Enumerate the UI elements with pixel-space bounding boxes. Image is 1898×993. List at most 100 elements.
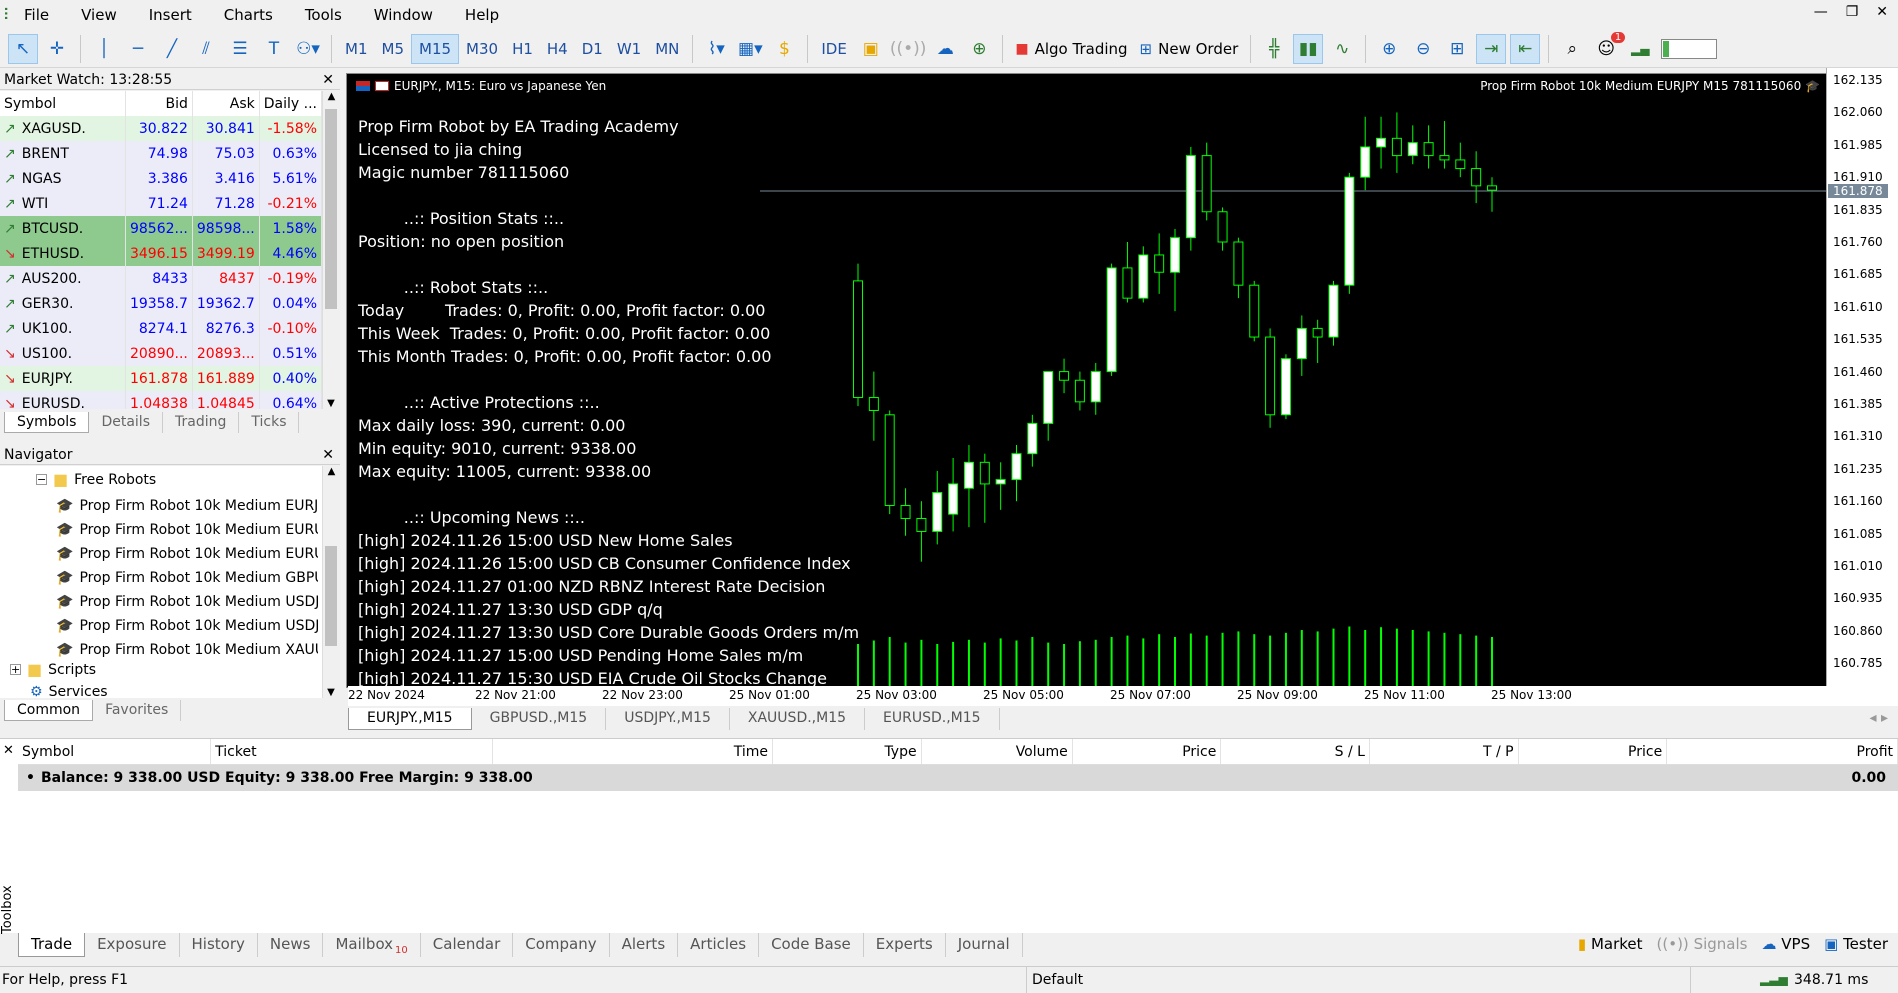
trade-col-header[interactable]: Time <box>493 739 773 764</box>
candle[interactable] <box>1328 280 1339 346</box>
zoom-out-icon[interactable]: ⊖ <box>1408 34 1438 64</box>
ide-button[interactable]: IDE <box>814 34 853 64</box>
horizontal-line-icon[interactable]: ─ <box>123 34 153 64</box>
trade-col-header[interactable]: S / L <box>1221 739 1370 764</box>
market-watch-row[interactable]: ↘ US100. 20890... 20893... 0.51% <box>0 341 322 366</box>
tab-details[interactable]: Details <box>89 412 163 433</box>
tab-trading[interactable]: Trading <box>163 412 240 433</box>
market-watch-scrollbar[interactable]: ▲ ▼ <box>322 91 340 409</box>
toolbox-tab[interactable]: History <box>180 933 258 957</box>
channel-icon[interactable]: ⫽ <box>191 34 221 64</box>
trade-col-header[interactable]: Ticket <box>211 739 494 764</box>
trade-col-header[interactable]: Symbol <box>18 739 212 764</box>
market-watch-row[interactable]: ↗ AUS200. 8433 8437 -0.19% <box>0 266 322 291</box>
market-watch-row[interactable]: ↗ XAGUSD. 30.822 30.841 -1.58% <box>0 116 322 141</box>
trade-col-header[interactable]: Profit <box>1667 739 1898 764</box>
toolbox-tab[interactable]: Articles <box>678 933 760 957</box>
tab-favorites[interactable]: Favorites <box>93 700 182 721</box>
toolbox-tab[interactable]: Trade <box>18 933 86 957</box>
candle[interactable] <box>1455 142 1466 178</box>
market-watch-row[interactable]: ↗ WTI 71.24 71.28 -0.21% <box>0 191 322 216</box>
candle[interactable] <box>1471 151 1482 204</box>
candle[interactable] <box>948 458 959 532</box>
navigator-robot-item[interactable]: 🎓 Prop Firm Robot 10k Medium EURU <box>56 542 318 566</box>
minimize-icon[interactable]: — <box>1814 4 1828 20</box>
candle[interactable] <box>1106 263 1117 376</box>
timeframe-d1[interactable]: D1 <box>575 34 610 64</box>
expand-minus-icon[interactable]: − <box>36 474 47 485</box>
chart-tab[interactable]: USDJPY.,M15 <box>606 708 730 730</box>
signals-button[interactable]: ((•)) Signals <box>1657 935 1748 953</box>
toolbox-tab[interactable]: News <box>258 933 324 957</box>
col-bid[interactable]: Bid <box>125 91 193 116</box>
market-watch-row[interactable]: ↘ EURUSD. 1.04838 1.04845 0.64% <box>0 391 322 409</box>
crosshair-tool-icon[interactable]: ✛ <box>42 34 72 64</box>
timeframe-mn[interactable]: MN <box>648 34 686 64</box>
timeframe-h4[interactable]: H4 <box>540 34 575 64</box>
candle[interactable] <box>884 410 895 515</box>
trendline-icon[interactable]: ╱ <box>157 34 187 64</box>
nav-folder-free-robots[interactable]: − ■ Free Robots <box>36 470 156 489</box>
nav-folder-scripts[interactable]: + ■ Scripts <box>10 660 96 679</box>
navigator-robot-item[interactable]: 🎓 Prop Firm Robot 10k Medium EURU <box>56 518 318 542</box>
chart-tabs-scroll-icon[interactable]: ◂ ▸ <box>1859 708 1898 730</box>
fibonacci-icon[interactable]: ☰ <box>225 34 255 64</box>
toolbox-tab[interactable]: Calendar <box>421 933 514 957</box>
candle[interactable] <box>1027 414 1038 467</box>
globe-plus-icon[interactable]: ⊕ <box>964 34 994 64</box>
candle[interactable] <box>1344 172 1355 294</box>
candlestick-chart-icon[interactable]: ▮▮ <box>1293 33 1324 64</box>
signal-radio-icon[interactable]: ((•)) <box>890 34 927 64</box>
menu-view[interactable]: View <box>65 6 133 24</box>
toolbox-tab[interactable]: Company <box>513 933 610 957</box>
market-watch-row[interactable]: ↗ BTCUSD. 98562... 98598... 1.58% <box>0 216 322 241</box>
candle[interactable] <box>1043 371 1054 441</box>
candle[interactable] <box>916 501 927 562</box>
candle[interactable] <box>1487 177 1497 212</box>
account-icon[interactable]: ☺ 1 <box>1591 31 1626 64</box>
toolbox-close-icon[interactable]: ✕ <box>3 743 14 758</box>
col-symbol[interactable]: Symbol <box>0 91 126 116</box>
toolbox-tab[interactable]: Experts <box>864 933 946 957</box>
market-watch-row[interactable]: ↗ GER30. 19358.7 19362.7 0.04% <box>0 291 322 316</box>
status-profile[interactable]: Default <box>1032 972 1083 988</box>
candle[interactable] <box>1011 445 1022 502</box>
trade-col-header[interactable]: Volume <box>922 739 1073 764</box>
candle[interactable] <box>1280 354 1291 420</box>
templates-icon[interactable]: ▦▾ <box>735 34 765 64</box>
navigator-robot-item[interactable]: 🎓 Prop Firm Robot 10k Medium XAUU <box>56 638 318 662</box>
market-button[interactable]: ▮ Market <box>1578 935 1643 953</box>
close-icon[interactable]: ✕ <box>1876 4 1888 20</box>
candle[interactable] <box>979 453 990 523</box>
menu-file[interactable]: File <box>8 6 65 24</box>
tile-windows-icon[interactable]: ⊞ <box>1442 34 1472 64</box>
chart-tab[interactable]: XAUUSD.,M15 <box>730 708 866 730</box>
candle[interactable] <box>1201 142 1212 221</box>
cloud-icon[interactable]: ☁ <box>930 34 960 64</box>
search-icon[interactable]: ⌕ <box>1557 34 1587 64</box>
chart-area[interactable]: EURJPY., M15: Euro vs Japanese Yen Prop … <box>348 75 1826 686</box>
candle[interactable] <box>963 445 974 528</box>
wallet-icon[interactable]: ▣ <box>856 34 886 64</box>
cursor-tool-icon[interactable]: ↖ <box>8 33 38 64</box>
trade-col-header[interactable]: Type <box>773 739 922 764</box>
candle[interactable] <box>1170 229 1180 312</box>
candle[interactable] <box>1217 207 1228 251</box>
candle[interactable] <box>1138 246 1149 303</box>
col-ask[interactable]: Ask <box>192 91 260 116</box>
candle[interactable] <box>932 470 943 545</box>
toolbox-tab[interactable]: Alerts <box>610 933 679 957</box>
menu-tools[interactable]: Tools <box>289 6 358 24</box>
candle[interactable] <box>1439 121 1450 169</box>
expand-plus-icon[interactable]: + <box>10 664 21 675</box>
navigator-robot-item[interactable]: 🎓 Prop Firm Robot 10k Medium GBPU <box>56 566 318 590</box>
navigator-scrollbar[interactable]: ▲ ▼ <box>322 466 340 698</box>
tab-symbols[interactable]: Symbols <box>4 412 90 433</box>
chart-tab[interactable]: EURUSD.,M15 <box>865 708 1000 730</box>
signal-level-icon[interactable]: ▂▄ <box>1625 34 1655 64</box>
trade-col-header[interactable]: Price <box>1073 739 1222 764</box>
indicators-icon[interactable]: ⌇▾ <box>701 34 731 64</box>
market-watch-row[interactable]: ↗ UK100. 8274.1 8276.3 -0.10% <box>0 316 322 341</box>
vertical-line-icon[interactable]: │ <box>89 34 119 64</box>
nav-folder-services[interactable]: ⚙ Services <box>30 684 108 698</box>
